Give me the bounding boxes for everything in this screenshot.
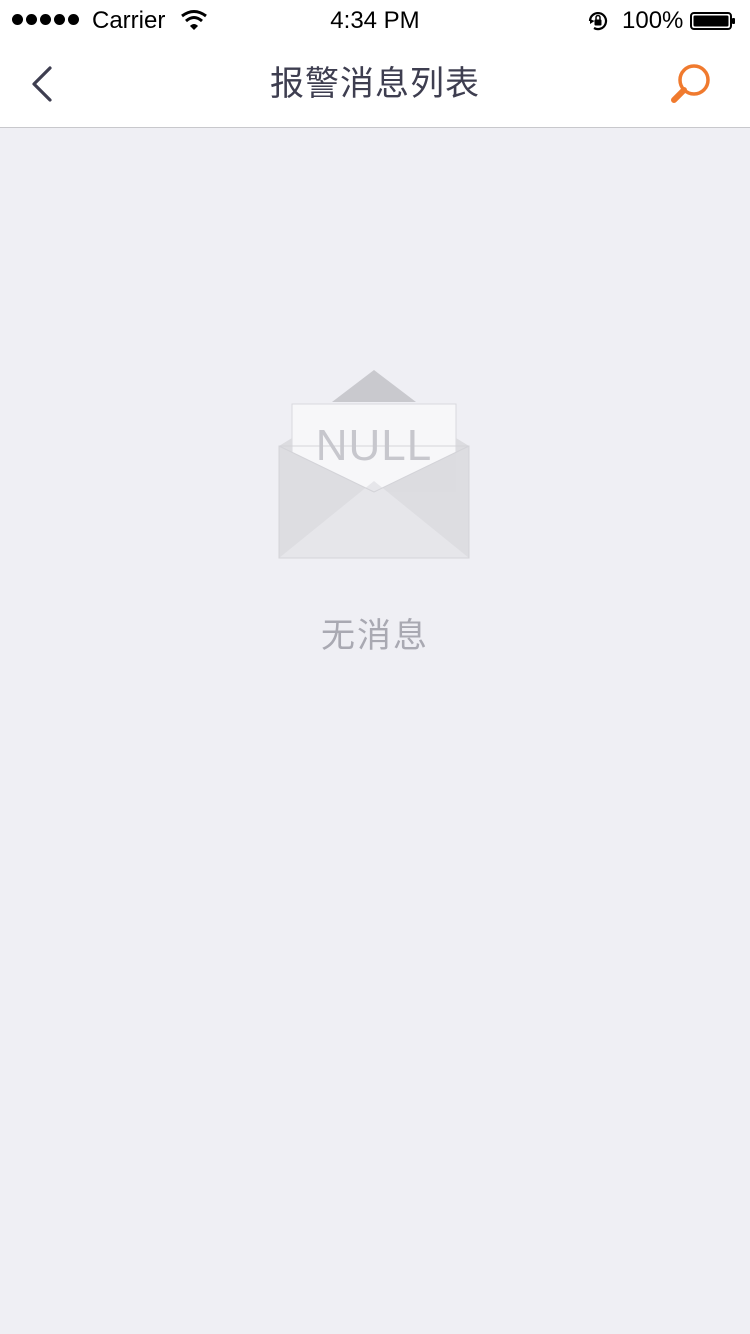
navigation-bar: 报警消息列表 — [0, 40, 750, 128]
page-title: 报警消息列表 — [270, 65, 480, 103]
status-bar: Carrier 4:34 PM 100% — [0, 0, 750, 40]
rotation-lock-icon — [588, 12, 608, 31]
search-icon — [671, 64, 710, 103]
top-bar: Carrier 4:34 PM 100% 报警消息列表 — [0, 0, 750, 128]
empty-illustration-text: NULL — [315, 421, 433, 470]
battery-icon — [690, 12, 735, 30]
search-button[interactable] — [666, 60, 716, 110]
battery-percent: 100% — [622, 7, 684, 34]
empty-state-message: 无消息 — [321, 617, 429, 655]
